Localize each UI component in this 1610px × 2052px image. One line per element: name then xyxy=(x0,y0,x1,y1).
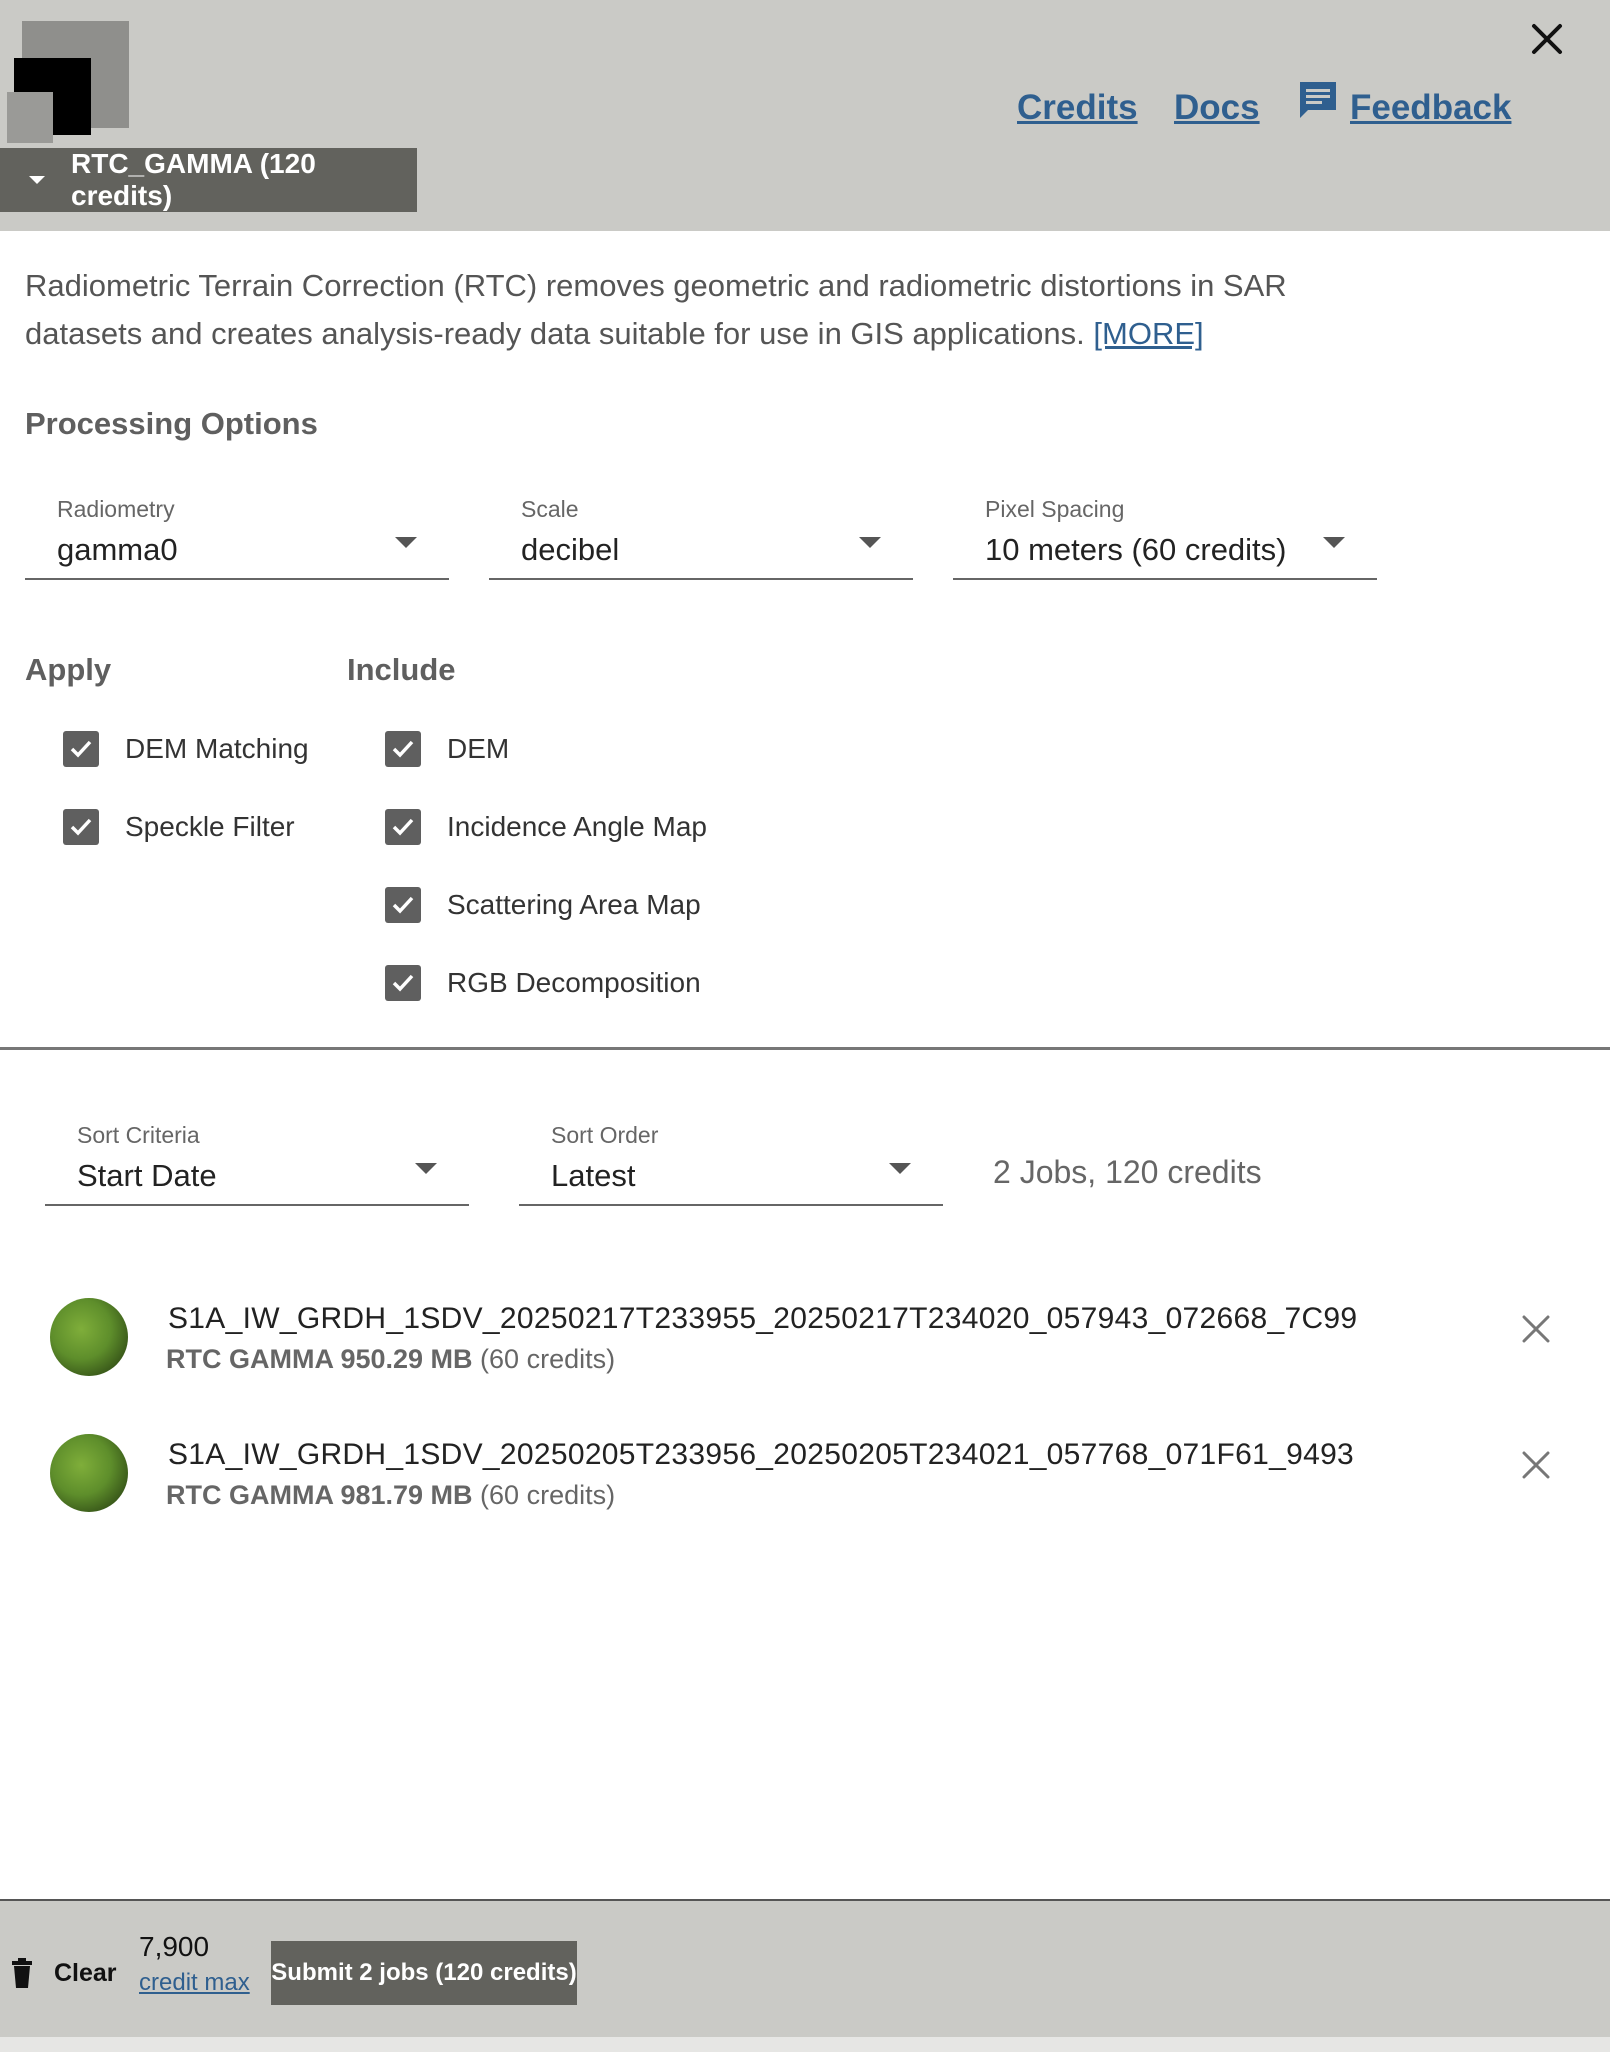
checkbox-label: DEM xyxy=(447,733,510,764)
feedback-link[interactable]: Feedback xyxy=(1350,88,1511,128)
dropdown-arrow-icon xyxy=(395,537,417,548)
trash-icon xyxy=(12,1958,32,1988)
scene-thumbnail xyxy=(50,1434,128,1512)
sort-order-label: Sort Order xyxy=(551,1122,659,1148)
job-meta: RTC GAMMA 950.29 MB (60 credits) xyxy=(166,1344,615,1375)
credit-max-value: 7,900 xyxy=(139,1931,210,1962)
job-meta: RTC GAMMA 981.79 MB (60 credits) xyxy=(166,1480,615,1511)
docs-link[interactable]: Docs xyxy=(1174,88,1260,128)
sort-criteria-value: Start Date xyxy=(77,1158,217,1193)
clear-label: Clear xyxy=(54,1958,117,1987)
job-type-size: RTC GAMMA 981.79 MB xyxy=(166,1480,473,1510)
scale-value: decibel xyxy=(521,532,620,567)
job-type-dropdown[interactable]: RTC_GAMMA (120 credits) xyxy=(0,148,417,212)
clear-button[interactable]: Clear xyxy=(0,1945,117,2001)
job-type-size: RTC GAMMA 950.29 MB xyxy=(166,1344,473,1374)
checkbox-checked-icon xyxy=(63,809,99,845)
sort-order-value: Latest xyxy=(551,1158,636,1193)
sort-criteria-select[interactable]: Sort Criteria Start Date xyxy=(45,1102,469,1206)
dropdown-arrow-icon xyxy=(859,537,881,548)
include-dem-checkbox[interactable]: DEM xyxy=(385,731,509,767)
include-scattering-area-map-checkbox[interactable]: Scattering Area Map xyxy=(385,887,701,923)
checkbox-checked-icon xyxy=(385,965,421,1001)
radiometry-value: gamma0 xyxy=(57,532,178,567)
jobs-summary: 2 Jobs, 120 credits xyxy=(993,1154,1262,1190)
checkbox-label: Scattering Area Map xyxy=(447,889,701,920)
include-incidence-angle-map-checkbox[interactable]: Incidence Angle Map xyxy=(385,809,707,845)
job-credits: (60 credits) xyxy=(472,1480,616,1510)
scale-select[interactable]: Scale decibel xyxy=(489,476,913,580)
checkbox-checked-icon xyxy=(385,887,421,923)
scale-label: Scale xyxy=(521,496,579,522)
footer-edge xyxy=(0,2037,1610,2052)
credit-max-link[interactable]: credit max xyxy=(139,1969,250,1997)
checkbox-label: RGB Decomposition xyxy=(447,967,701,998)
sort-order-select[interactable]: Sort Order Latest xyxy=(519,1102,943,1206)
checkbox-label: DEM Matching xyxy=(125,733,309,764)
credits-link[interactable]: Credits xyxy=(1017,88,1138,128)
dropdown-arrow-icon xyxy=(415,1163,437,1174)
processing-options-title: Processing Options xyxy=(25,406,318,441)
scene-thumbnail xyxy=(50,1298,128,1376)
apply-speckle-filter-checkbox[interactable]: Speckle Filter xyxy=(63,809,295,845)
apply-dem-matching-checkbox[interactable]: DEM Matching xyxy=(63,731,309,767)
include-title: Include xyxy=(347,652,456,687)
close-icon[interactable] xyxy=(1522,14,1572,64)
dropdown-arrow-icon xyxy=(1323,537,1345,548)
radiometry-select[interactable]: Radiometry gamma0 xyxy=(25,476,449,580)
submit-jobs-button[interactable]: Submit 2 jobs (120 credits) xyxy=(271,1941,577,2005)
radiometry-label: Radiometry xyxy=(57,496,175,522)
pixel-spacing-select[interactable]: Pixel Spacing 10 meters (60 credits) xyxy=(953,476,1377,580)
feedback-icon[interactable] xyxy=(1296,78,1340,122)
include-rgb-decomposition-checkbox[interactable]: RGB Decomposition xyxy=(385,965,701,1001)
remove-job-icon[interactable] xyxy=(1516,1309,1556,1349)
job-name: S1A_IW_GRDH_1SDV_20250217T233955_2025021… xyxy=(168,1302,1358,1335)
job-credits: (60 credits) xyxy=(472,1344,616,1374)
pixel-spacing-label: Pixel Spacing xyxy=(985,496,1125,522)
checkbox-checked-icon xyxy=(385,731,421,767)
section-divider xyxy=(0,1047,1610,1050)
dropdown-arrow-icon xyxy=(889,1163,911,1174)
logo-icon xyxy=(7,21,129,143)
sort-criteria-label: Sort Criteria xyxy=(77,1122,200,1148)
footer-bar: Clear 7,900 credit max Submit 2 jobs (12… xyxy=(0,1899,1610,2039)
list-item: S1A_IW_GRDH_1SDV_20250217T233955_2025021… xyxy=(0,1290,1610,1410)
header-bar: Credits Docs Feedback RTC_GAMMA (120 cre… xyxy=(0,0,1610,231)
job-description: Radiometric Terrain Correction (RTC) rem… xyxy=(25,262,1325,358)
list-item: S1A_IW_GRDH_1SDV_20250205T233956_2025020… xyxy=(0,1426,1610,1546)
checkbox-checked-icon xyxy=(63,731,99,767)
job-type-label: RTC_GAMMA (120 credits) xyxy=(71,148,316,211)
more-link[interactable]: [MORE] xyxy=(1093,316,1203,351)
apply-title: Apply xyxy=(25,652,112,687)
checkbox-label: Speckle Filter xyxy=(125,811,295,842)
checkbox-checked-icon xyxy=(385,809,421,845)
checkbox-label: Incidence Angle Map xyxy=(447,811,707,842)
job-name: S1A_IW_GRDH_1SDV_20250205T233956_2025020… xyxy=(168,1438,1355,1471)
caret-down-icon xyxy=(29,176,45,184)
pixel-spacing-value: 10 meters (60 credits) xyxy=(985,532,1287,567)
remove-job-icon[interactable] xyxy=(1516,1445,1556,1485)
